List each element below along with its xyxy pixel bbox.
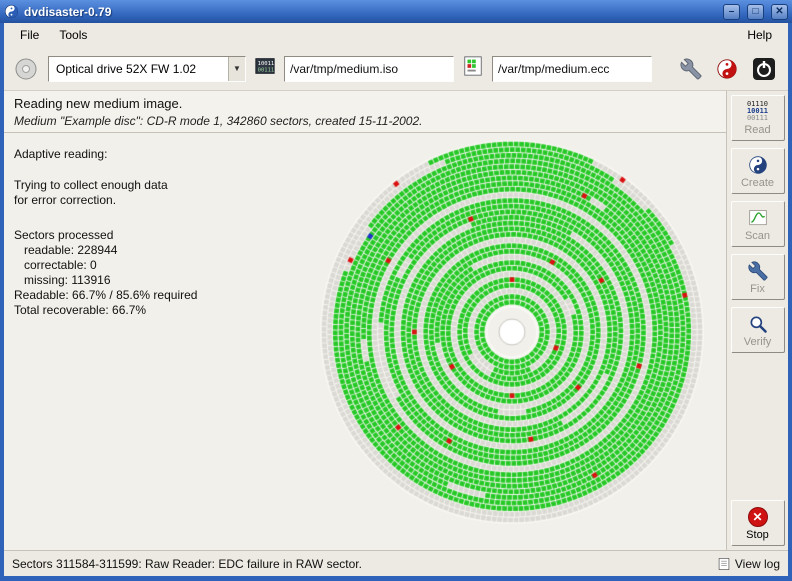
fix-wrench-icon [748, 261, 768, 281]
create-button-label: Create [741, 177, 774, 189]
fix-button[interactable]: Fix [731, 254, 785, 300]
mode-desc-1: Trying to collect enough data [14, 178, 314, 193]
wrench-icon [680, 58, 702, 80]
scan-chart-icon [748, 208, 768, 228]
svg-text:10011: 10011 [258, 61, 275, 67]
ecc-file-icon [462, 55, 484, 82]
main-area: Adaptive reading: Trying to collect enou… [4, 133, 726, 550]
scan-button[interactable]: Scan [731, 201, 785, 247]
verify-button-label: Verify [744, 336, 772, 348]
menu-help[interactable]: Help [739, 25, 780, 45]
dvdisaster-logo-button[interactable] [714, 56, 740, 82]
action-sidebar: 01110 10011 00111 Read Create [726, 91, 788, 550]
yin-yang-icon [748, 155, 768, 175]
mode-title: Adaptive reading: [14, 147, 314, 162]
titlebar[interactable]: dvdisaster-0.79 – □ ✕ [0, 0, 792, 23]
minimize-button[interactable]: – [723, 4, 740, 20]
ecc-path-input[interactable] [492, 56, 652, 82]
info-header: Reading new medium image. Medium "Exampl… [4, 91, 726, 133]
view-log-label: View log [735, 557, 780, 571]
magnifier-icon [748, 314, 768, 334]
menu-tools[interactable]: Tools [51, 25, 95, 45]
view-log-button[interactable]: View log [717, 557, 780, 571]
svg-text:00111: 00111 [258, 68, 275, 74]
log-icon [717, 557, 731, 571]
menu-file[interactable]: File [12, 25, 47, 45]
window-title: dvdisaster-0.79 [24, 5, 716, 19]
stop-icon: ✕ [748, 507, 768, 527]
quit-button[interactable] [750, 55, 778, 83]
read-button-label: Read [744, 124, 770, 136]
body-row: Reading new medium image. Medium "Exampl… [4, 91, 788, 550]
scan-button-label: Scan [745, 230, 770, 242]
readable-percent: Readable: 66.7% / 85.6% required [14, 288, 314, 303]
iso-image-icon: 10011 00111 [254, 55, 276, 82]
drive-select-value: Optical drive 52X FW 1.02 [56, 62, 224, 76]
toolbar: Optical drive 52X FW 1.02 ▼ 10011 00111 [4, 47, 788, 91]
power-icon [752, 57, 776, 81]
read-binary-icon: 01110 10011 00111 [747, 101, 768, 122]
left-column: Reading new medium image. Medium "Exampl… [4, 91, 726, 550]
read-button[interactable]: 01110 10011 00111 Read [731, 95, 785, 141]
maximize-button[interactable]: □ [747, 4, 764, 20]
sectors-correctable: correctable: 0 [14, 258, 314, 273]
app-window: dvdisaster-0.79 – □ ✕ File Tools Help Op… [0, 0, 792, 581]
reading-status-panel: Adaptive reading: Trying to collect enou… [14, 147, 314, 318]
fix-button-label: Fix [750, 283, 765, 295]
drive-select[interactable]: Optical drive 52X FW 1.02 ▼ [48, 56, 246, 82]
app-icon [4, 4, 19, 19]
preferences-button[interactable] [678, 56, 704, 82]
status-message: Sectors 311584-311599: Raw Reader: EDC f… [12, 557, 717, 571]
sectors-readable: readable: 228944 [14, 243, 314, 258]
toolbar-right-group [678, 55, 780, 83]
stop-button-label: Stop [746, 529, 769, 541]
window-content: File Tools Help Optical drive 52X FW 1.0… [4, 23, 788, 576]
statusbar: Sectors 311584-311599: Raw Reader: EDC f… [4, 550, 788, 576]
verify-button[interactable]: Verify [731, 307, 785, 353]
menubar: File Tools Help [4, 23, 788, 47]
status-heading: Reading new medium image. [14, 96, 716, 111]
stop-button[interactable]: ✕ Stop [731, 500, 785, 546]
mode-desc-2: for error correction. [14, 193, 314, 208]
create-button[interactable]: Create [731, 148, 785, 194]
recoverable-percent: Total recoverable: 66.7% [14, 303, 314, 318]
chevron-down-icon: ▼ [228, 57, 245, 81]
iso-path-input[interactable] [284, 56, 454, 82]
close-button[interactable]: ✕ [771, 4, 788, 20]
cd-drive-icon [14, 57, 38, 81]
dvdisaster-logo-icon [716, 58, 738, 80]
sectors-title: Sectors processed [14, 228, 314, 243]
medium-info: Medium "Example disc": CD-R mode 1, 3428… [14, 114, 716, 128]
disc-visualization [316, 136, 708, 528]
drive-icon-button[interactable] [12, 55, 40, 83]
sectors-missing: missing: 113916 [14, 273, 314, 288]
